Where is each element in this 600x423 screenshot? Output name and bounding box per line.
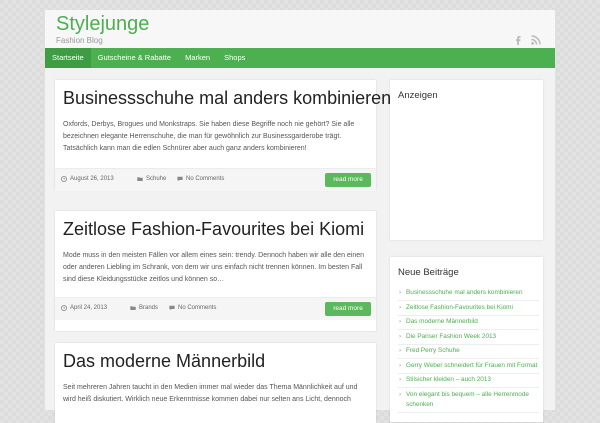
post-meta: April 24, 2013 Brands No Comments read m… bbox=[55, 297, 376, 320]
social-links bbox=[513, 32, 541, 45]
post-category[interactable]: Schuhe bbox=[137, 176, 166, 182]
post-card: Zeitlose Fashion-Favourites bei Kiomi Mo… bbox=[55, 211, 376, 331]
recent-post-link[interactable]: Businessschuhe mal anders kombinieren bbox=[398, 288, 539, 301]
post-title[interactable]: Zeitlose Fashion-Favourites bei Kiomi bbox=[63, 219, 364, 240]
recent-post-link[interactable]: Die Pariser Fashion Week 2013 bbox=[398, 332, 539, 345]
recent-post-link[interactable]: Von elegant bis bequem – alle Herrenmode… bbox=[398, 390, 539, 413]
recent-post-link[interactable]: Stilsicher kleiden – auch 2013 bbox=[398, 375, 539, 388]
ads-widget: Anzeigen bbox=[390, 80, 543, 240]
recent-post-link[interactable]: Fred Perry Schuhe bbox=[398, 346, 539, 359]
folder-icon bbox=[137, 177, 143, 181]
post-date: April 24, 2013 bbox=[61, 305, 107, 311]
clock-icon bbox=[61, 305, 67, 311]
post-date: August 26, 2013 bbox=[61, 176, 114, 182]
comment-icon bbox=[177, 176, 183, 182]
post-card: Businessschuhe mal anders kombinieren Ox… bbox=[55, 80, 391, 191]
post-excerpt: Oxfords, Derbys, Brogues und Monkstraps.… bbox=[63, 121, 355, 152]
ads-widget-title: Anzeigen bbox=[398, 90, 438, 101]
site-tagline: Fashion Blog bbox=[56, 36, 103, 45]
read-more-button[interactable]: read more bbox=[325, 173, 371, 187]
site-header: Stylejunge Fashion Blog bbox=[45, 10, 555, 49]
nav-item-gutscheine[interactable]: Gutscheine & Rabatte bbox=[91, 48, 178, 68]
post-title[interactable]: Das moderne Männerbild bbox=[63, 351, 265, 372]
rss-icon[interactable] bbox=[531, 32, 541, 45]
site-title[interactable]: Stylejunge bbox=[56, 13, 149, 36]
post-card: Das moderne Männerbild Seit mehreren Jah… bbox=[55, 343, 376, 423]
post-category-text[interactable]: Schuhe bbox=[146, 176, 166, 182]
post-category[interactable]: Brands bbox=[130, 305, 158, 311]
nav-item-shops[interactable]: Shops bbox=[217, 48, 252, 68]
post-excerpt: Seit mehreren Jahren taucht in den Medie… bbox=[63, 384, 358, 403]
post-title[interactable]: Businessschuhe mal anders kombinieren bbox=[63, 88, 391, 109]
post-category-text[interactable]: Brands bbox=[139, 305, 158, 311]
folder-icon bbox=[130, 306, 136, 310]
post-comments[interactable]: No Comments bbox=[177, 176, 224, 182]
facebook-icon[interactable] bbox=[513, 32, 523, 45]
main-nav: Startseite Gutscheine & Rabatte Marken S… bbox=[45, 48, 555, 68]
post-comments-text[interactable]: No Comments bbox=[178, 305, 216, 311]
post-date-text: August 26, 2013 bbox=[70, 176, 114, 182]
post-excerpt: Mode muss in den meisten Fällen vor alle… bbox=[63, 252, 365, 283]
recent-posts-list: Businessschuhe mal anders kombinieren Ze… bbox=[398, 288, 539, 414]
recent-post-link[interactable]: Zeitlose Fashion-Favourites bei Kiomi bbox=[398, 303, 539, 316]
post-meta: August 26, 2013 Schuhe No Comments read … bbox=[55, 168, 376, 191]
post-comments-text[interactable]: No Comments bbox=[186, 176, 224, 182]
clock-icon bbox=[61, 176, 67, 182]
read-more-button[interactable]: read more bbox=[325, 302, 371, 316]
page-wrapper: Stylejunge Fashion Blog Startseite Gutsc… bbox=[45, 10, 555, 423]
comment-icon bbox=[169, 305, 175, 311]
recent-posts-widget: Neue Beiträge Businessschuhe mal anders … bbox=[390, 257, 543, 422]
post-date-text: April 24, 2013 bbox=[70, 305, 108, 311]
nav-item-startseite[interactable]: Startseite bbox=[45, 48, 91, 68]
nav-item-marken[interactable]: Marken bbox=[178, 48, 217, 68]
recent-post-link[interactable]: Gerry Weber schneidert für Frauen mit Fo… bbox=[398, 361, 539, 374]
recent-posts-title: Neue Beiträge bbox=[398, 267, 459, 278]
recent-post-link[interactable]: Das moderne Männerbild bbox=[398, 317, 539, 330]
post-comments[interactable]: No Comments bbox=[169, 305, 216, 311]
